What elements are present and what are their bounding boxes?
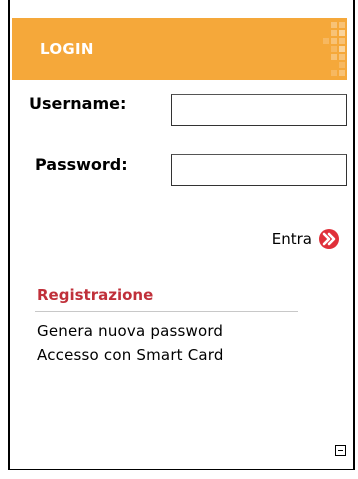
minus-box-icon[interactable] [335, 445, 346, 456]
arrow-right-circle-icon [319, 229, 339, 249]
section-divider [35, 311, 298, 312]
login-title: LOGIN [40, 40, 94, 58]
username-label: Username: [29, 94, 127, 113]
username-input[interactable] [171, 94, 347, 126]
generate-password-link[interactable]: Genera nuova password [37, 322, 223, 340]
login-header: LOGIN [12, 18, 347, 80]
registration-title: Registrazione [37, 286, 154, 304]
smart-card-access-link[interactable]: Accesso con Smart Card [37, 346, 224, 364]
header-pattern-icon [317, 18, 347, 80]
enter-button[interactable]: Entra [272, 228, 340, 250]
enter-label: Entra [271, 230, 312, 248]
password-input[interactable] [171, 154, 347, 186]
password-label: Password: [35, 155, 128, 174]
